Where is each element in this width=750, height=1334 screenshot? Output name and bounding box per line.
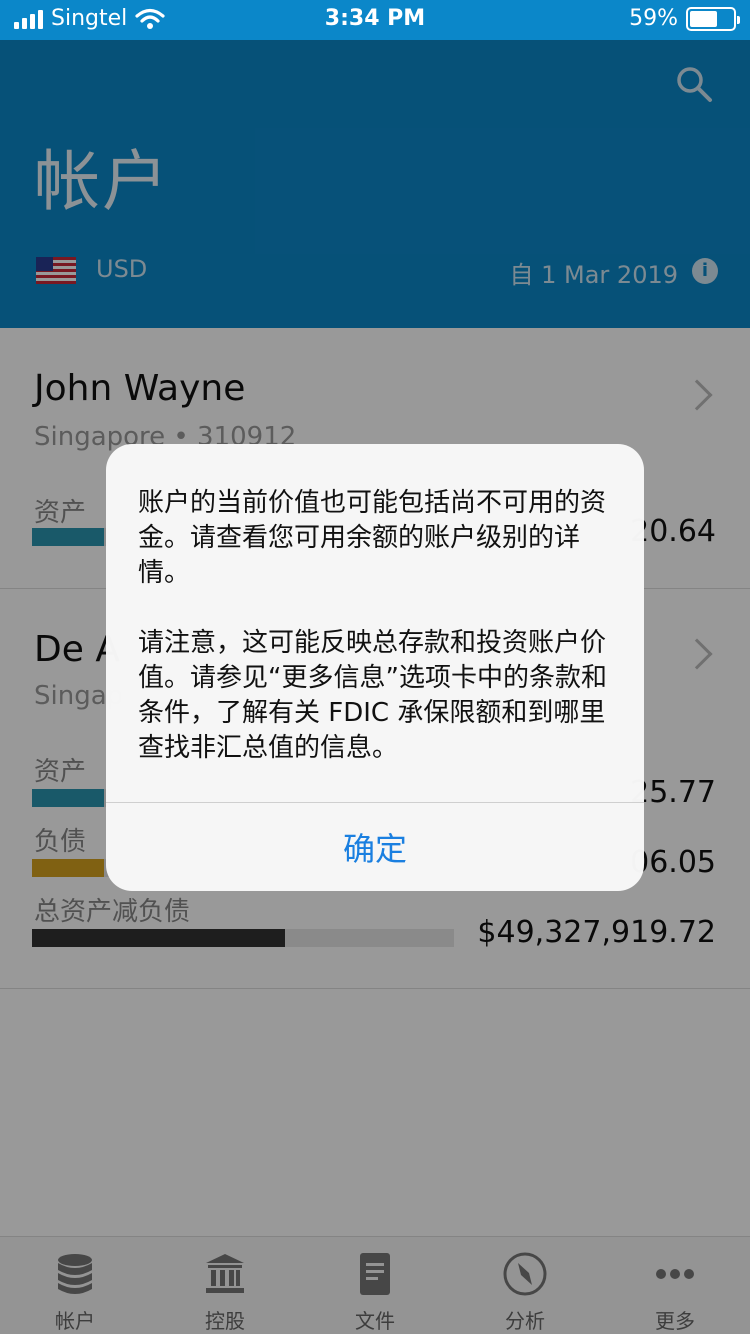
battery-icon (686, 6, 740, 31)
alert-dialog: 账户的当前价值也可能包括尚不可用的资金。请查看您可用余额的账户级别的详情。 请注… (106, 444, 644, 891)
battery-percent: 59% (629, 6, 678, 31)
alert-paragraph: 请注意，这可能反映总存款和投资账户价值。请参见“更多信息”选项卡中的条款和条件，… (138, 628, 607, 763)
status-bar: Singtel 3:34 PM 59% (0, 0, 750, 40)
alert-message: 账户的当前价值也可能包括尚不可用的资金。请查看您可用余额的账户级别的详情。 请注… (138, 486, 618, 801)
battery-status: 59% (629, 6, 740, 31)
alert-paragraph: 账户的当前价值也可能包括尚不可用的资金。请查看您可用余额的账户级别的详情。 (138, 488, 607, 588)
confirm-button[interactable]: 确定 (106, 803, 644, 891)
